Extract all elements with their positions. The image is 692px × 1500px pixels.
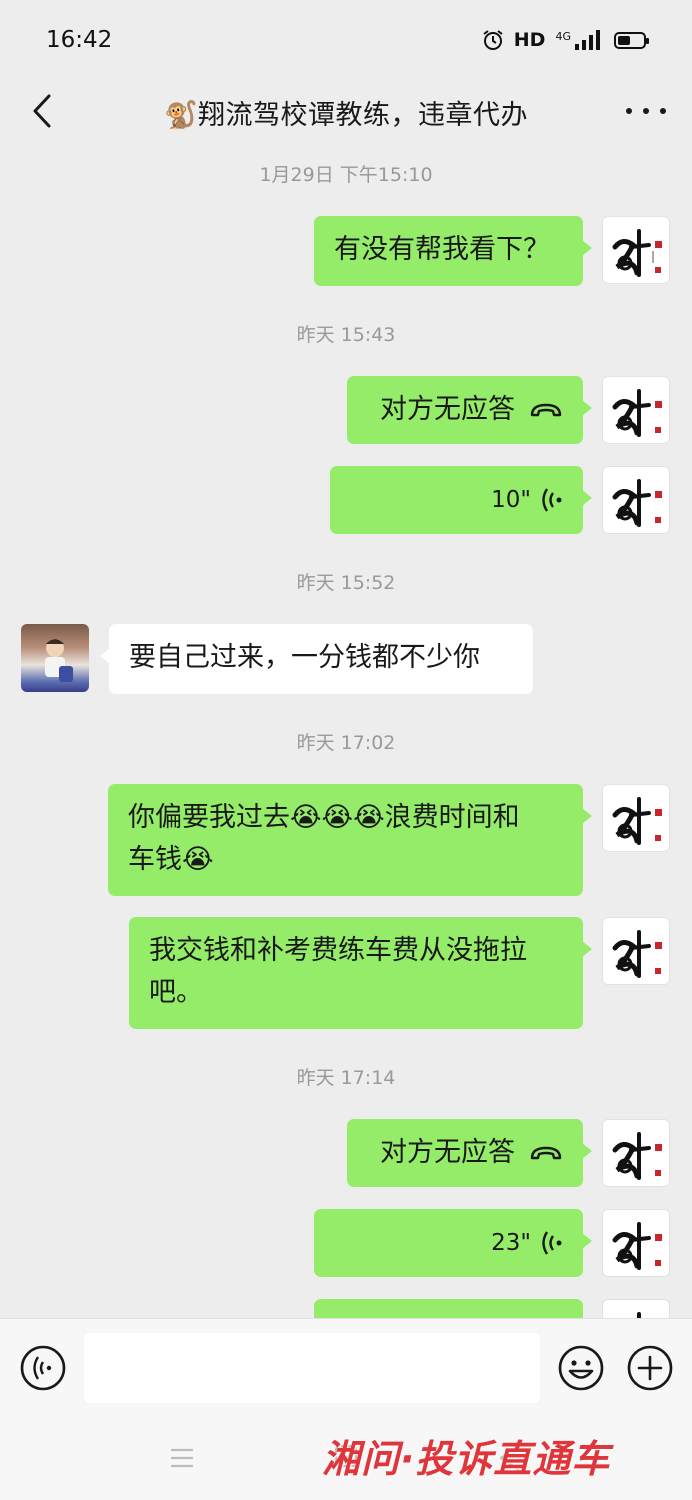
status-icons: HD 4G: [482, 29, 649, 51]
self-avatar[interactable]: [602, 1299, 670, 1318]
timestamp: 昨天 15:43: [296, 324, 396, 346]
more-functions-button[interactable]: [626, 1344, 674, 1392]
network-label: 4G: [555, 30, 571, 43]
timestamp: 1月29日 下午15:10: [259, 164, 433, 186]
calligraphy-avatar-icon: [612, 797, 662, 845]
more-button[interactable]: [626, 94, 666, 128]
message-line: 吧。: [149, 977, 203, 1008]
self-avatar[interactable]: [602, 216, 670, 284]
calligraphy-avatar-icon: [612, 1132, 662, 1180]
menu-icon: [171, 1448, 193, 1468]
hd-label: HD: [513, 29, 546, 51]
status-bar: 16:42 HD 4G: [0, 0, 692, 80]
message-line: 车钱😭: [128, 844, 214, 875]
input-bar: [0, 1318, 692, 1418]
voice-mode-icon: [20, 1345, 66, 1391]
voice-bubble-self[interactable]: 23": [314, 1209, 592, 1277]
call-status-text: 对方无应答: [380, 1137, 515, 1168]
message-line: 我交钱和补考费练车费从没拖拉: [149, 935, 527, 966]
child-photo-avatar-icon: [45, 639, 73, 682]
voice-bubble-self[interactable]: 10": [330, 466, 592, 534]
voice-wave-icon: [542, 488, 562, 512]
chat-header: 🐒翔流驾校谭教练，违章代办: [0, 80, 692, 144]
message-bubble-self[interactable]: 有没有帮我看下？: [314, 216, 592, 286]
self-avatar[interactable]: [602, 1119, 670, 1187]
watermark-text: 湘问·投诉直通车: [322, 1437, 611, 1481]
self-avatar[interactable]: [602, 466, 670, 534]
chat-message-list[interactable]: 1月29日 下午15:10 有没有帮我看下？ 昨天 15:43 对方无应答 10…: [0, 144, 692, 1318]
self-avatar[interactable]: [602, 376, 670, 444]
message-bubble-other[interactable]: 要自己过来，一分钱都不少你: [100, 624, 533, 694]
battery-icon: [614, 31, 649, 49]
message-line: 你偏要我过去😭😭😭浪费时间和: [128, 802, 520, 833]
calligraphy-avatar-icon: [612, 1222, 662, 1270]
timestamp: 昨天 17:14: [296, 1067, 396, 1089]
more-dots-icon: [626, 108, 632, 114]
emoji-button[interactable]: [557, 1344, 605, 1392]
calligraphy-avatar-icon: [612, 930, 662, 978]
contact-avatar[interactable]: [21, 624, 89, 692]
timestamp: 昨天 15:52: [296, 572, 396, 594]
call-status-text: 对方无应答: [380, 394, 515, 425]
voice-duration: 23": [491, 1230, 531, 1256]
calligraphy-avatar-icon: [612, 229, 662, 277]
voice-wave-icon: [542, 1231, 562, 1255]
emoji-icon: [558, 1345, 604, 1391]
message-bubble-self-partial[interactable]: [314, 1299, 583, 1318]
self-avatar[interactable]: [602, 1209, 670, 1277]
chat-title: 🐒翔流驾校谭教练，违章代办: [163, 99, 529, 131]
chevron-left-icon: [33, 94, 51, 128]
message-bubble-self[interactable]: 你偏要我过去😭😭😭浪费时间和 车钱😭: [108, 784, 592, 896]
message-bubble-self[interactable]: 我交钱和补考费练车费从没拖拉 吧。: [129, 917, 592, 1029]
message-input[interactable]: [84, 1333, 540, 1403]
call-bubble-self[interactable]: 对方无应答: [347, 1119, 592, 1187]
voice-mode-button[interactable]: [19, 1344, 67, 1392]
self-avatar[interactable]: [602, 917, 670, 985]
calligraphy-avatar-icon: [637, 1312, 641, 1318]
alarm-icon: [483, 30, 503, 50]
calligraphy-avatar-icon: [612, 479, 662, 527]
self-avatar[interactable]: [602, 784, 670, 852]
back-button[interactable]: [22, 88, 62, 134]
voice-duration: 10": [491, 487, 531, 513]
message-text: 有没有帮我看下？: [334, 234, 550, 265]
phone-hangup-icon: [530, 1146, 562, 1160]
phone-hangup-icon: [530, 403, 562, 417]
status-time: 16:42: [46, 27, 113, 53]
message-text: 要自己过来，一分钱都不少你: [129, 642, 480, 673]
calligraphy-avatar-icon: [612, 389, 662, 437]
plus-icon: [627, 1345, 673, 1391]
call-bubble-self[interactable]: 对方无应答: [347, 376, 592, 444]
timestamp: 昨天 17:02: [296, 732, 396, 754]
recent-apps-button[interactable]: [170, 1446, 194, 1470]
signal-icon: [575, 30, 600, 50]
